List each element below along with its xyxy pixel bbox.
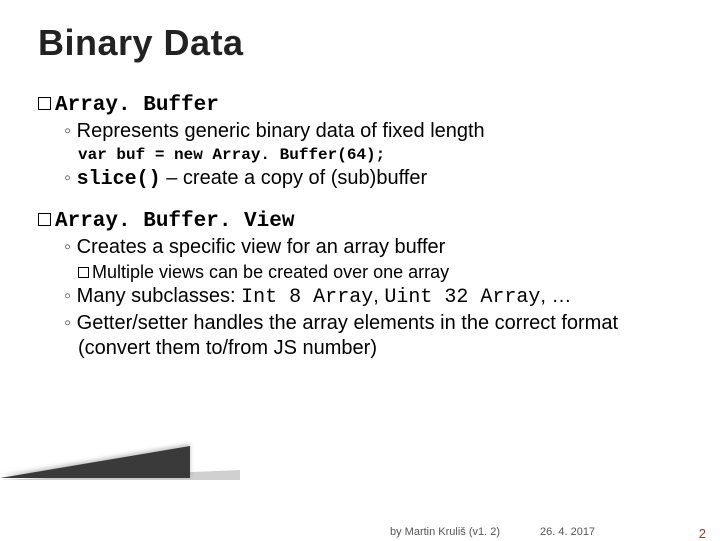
section-arraybufferview: Array. Buffer. View Creates a specific v…	[38, 208, 682, 361]
code-example: var buf = new Array. Buffer(64);	[78, 146, 682, 164]
bullet-multiple-views: Multiple views can be created over one a…	[78, 261, 682, 284]
bullet-subclasses: Many subclasses: Int 8 Array, Uint 32 Ar…	[64, 284, 682, 310]
footer-date: 26. 4. 2017	[540, 526, 595, 538]
slide-title: Binary Data	[38, 22, 682, 64]
slide-body: Binary Data Array. Buffer Represents gen…	[0, 0, 720, 361]
heading-arraybuffer: Array. Buffer	[38, 92, 682, 117]
heading-arraybufferview: Array. Buffer. View	[38, 208, 682, 233]
bullet-creates-view: Creates a specific view for an array buf…	[64, 235, 682, 260]
square-bullet-icon	[38, 97, 51, 110]
bullet-slice: slice() – create a copy of (sub)buffer	[64, 166, 682, 192]
bullet-represents: Represents generic binary data of fixed …	[64, 119, 682, 144]
footer-page-number: 2	[699, 526, 706, 541]
square-bullet-icon	[78, 267, 89, 278]
bullet-getter-setter: Getter/setter handles the array elements…	[64, 311, 682, 361]
footer-author: by Martin Kruliš (v1. 2)	[390, 526, 500, 538]
decorative-wedge	[0, 446, 190, 478]
square-bullet-icon	[38, 213, 51, 226]
section-arraybuffer: Array. Buffer Represents generic binary …	[38, 92, 682, 192]
